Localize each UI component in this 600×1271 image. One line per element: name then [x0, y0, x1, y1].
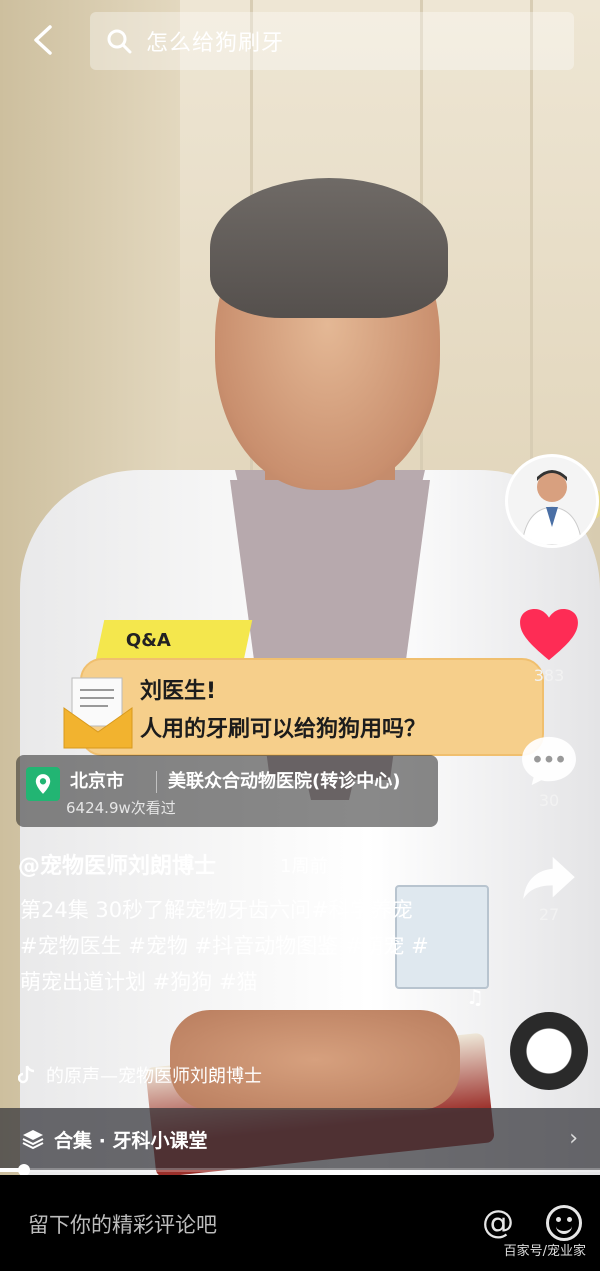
collection-label: 合集 · 牙科小课堂 [54, 1129, 208, 1152]
view-count: 6424.9w次看过 [66, 799, 176, 817]
post-time: 1周前 [280, 856, 328, 877]
hands [170, 1010, 460, 1110]
collection-bar[interactable]: 合集 · 牙科小课堂 › [0, 1108, 600, 1170]
hair [210, 178, 448, 318]
chevron-left-icon [34, 25, 52, 55]
comment-button[interactable]: 30 [514, 735, 584, 810]
comment-input[interactable]: 留下你的精彩评论吧 [28, 1209, 217, 1239]
map-pin-icon [26, 767, 60, 801]
location-pill[interactable]: 北京市 美联众合动物医院(转诊中心) 6424.9w次看过 [16, 755, 438, 827]
search-icon [107, 29, 132, 54]
location-place: 美联众合动物医院(转诊中心) [168, 771, 401, 792]
share-count: 27 [538, 905, 560, 924]
chevron-right-icon: › [569, 1126, 578, 1151]
doctor-portrait-icon [508, 457, 596, 545]
progress-handle[interactable] [18, 1164, 30, 1175]
mention-icon[interactable]: @ [482, 1203, 514, 1241]
watermark: 百家号/宠业家 [503, 1244, 586, 1259]
share-arrow-icon [523, 856, 575, 900]
location-divider [156, 771, 157, 793]
creator-avatar[interactable] [505, 454, 599, 548]
music-title: 的原声—宠物医师刘朗博士 [46, 1066, 262, 1087]
share-button[interactable]: 27 [514, 855, 584, 924]
emoji-icon[interactable] [546, 1205, 582, 1241]
question-line-1: 刘医生! [140, 679, 217, 704]
music-row[interactable]: 的原声—宠物医师刘朗博士 [18, 1062, 262, 1088]
video-frame[interactable]: 怎么给狗刷牙 Q&A 刘医生! 人用的牙刷可以给狗狗用吗？ 383 30 27 … [0, 0, 600, 1175]
search-query: 怎么给狗刷牙 [146, 31, 285, 56]
like-count: 383 [533, 666, 565, 685]
author-handle[interactable]: @宠物医师刘朗博士 [18, 848, 216, 880]
comment-icon [522, 736, 576, 786]
envelope-icon [63, 677, 133, 749]
music-disc[interactable] [510, 1012, 588, 1090]
video-description[interactable]: 第24集 30秒了解宠物牙齿六问#科学养宠 #宠物医生 #宠物 #抖音动物图鉴 … [20, 892, 430, 1000]
comment-count: 30 [538, 791, 560, 810]
heart-icon [520, 608, 578, 661]
tiktok-note-icon [18, 1065, 35, 1084]
like-button[interactable]: 383 [514, 608, 584, 685]
qa-tag: Q&A [95, 620, 253, 660]
music-notes-icon: ♫ [466, 985, 484, 1009]
search-bar[interactable]: 怎么给狗刷牙 [90, 12, 574, 70]
layers-icon [22, 1130, 44, 1150]
location-city: 北京市 [70, 771, 124, 792]
qa-tag-label: Q&A [126, 629, 171, 651]
comment-bar: 留下你的精彩评论吧 @ 百家号/宠业家 [0, 1175, 600, 1271]
question-line-2: 人用的牙刷可以给狗狗用吗？ [140, 717, 427, 742]
progress-bar[interactable] [0, 1164, 600, 1175]
back-button[interactable] [26, 22, 60, 58]
